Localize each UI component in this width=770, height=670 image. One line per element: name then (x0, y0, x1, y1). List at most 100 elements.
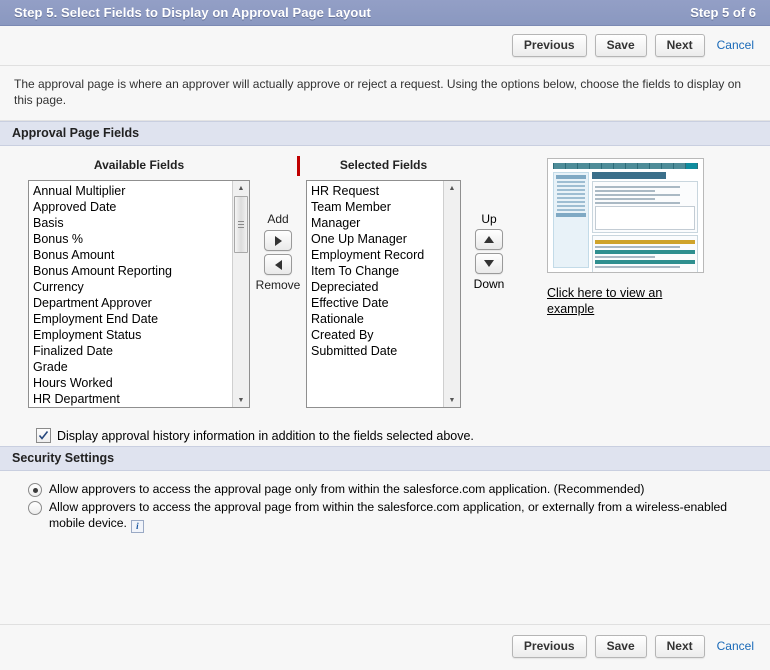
selected-fields-items[interactable]: HR Request Team Member Manager One Up Ma… (307, 181, 443, 407)
arrow-up-icon (484, 236, 494, 243)
list-item[interactable]: Rationale (311, 311, 443, 327)
list-item[interactable]: Employment End Date (33, 311, 232, 327)
up-down-controls: Up Down (461, 158, 517, 291)
mini-salesforce-page (548, 159, 703, 272)
list-item[interactable]: Finalized Date (33, 343, 232, 359)
mini-record-title (592, 172, 666, 179)
radio-dot-icon (33, 488, 38, 493)
list-item[interactable]: Bonus Amount (33, 247, 232, 263)
mini-comment-box (595, 206, 695, 230)
mini-tab (578, 163, 589, 169)
scroll-up-icon[interactable]: ▲ (233, 181, 249, 195)
mini-detail-panel (592, 181, 698, 233)
list-item[interactable]: Basis (33, 215, 232, 231)
add-button[interactable] (264, 230, 292, 251)
available-fields-listbox[interactable]: Annual Multiplier Approved Date Basis Bo… (28, 180, 250, 408)
mini-sidebar-row (557, 201, 585, 203)
approval-page-fields-body: Available Fields Annual Multiplier Appro… (0, 146, 770, 446)
example-thumbnail-image (547, 158, 704, 273)
selected-fields-label-wrap: Selected Fields (306, 158, 461, 180)
previous-button-top[interactable]: Previous (512, 34, 587, 57)
list-item[interactable]: Department Approver (33, 295, 232, 311)
save-button-bottom[interactable]: Save (595, 635, 647, 658)
list-item[interactable]: Approved Date (33, 199, 232, 215)
security-option-2-label[interactable]: Allow approvers to access the approval p… (49, 499, 749, 533)
available-fields-items[interactable]: Annual Multiplier Approved Date Basis Bo… (29, 181, 232, 407)
mini-tab (674, 163, 685, 169)
bottom-button-bar: Previous Save Next Cancel (0, 624, 770, 670)
mini-history-panel (592, 235, 698, 273)
selected-fields-listbox[interactable]: HR Request Team Member Manager One Up Ma… (306, 180, 461, 408)
list-item[interactable]: Depreciated (311, 279, 443, 295)
list-item[interactable]: Item To Change (311, 263, 443, 279)
mini-tab (614, 163, 625, 169)
mini-sidebar-row (557, 197, 585, 199)
scroll-up-icon[interactable]: ▲ (444, 181, 460, 195)
mini-sidebar-row (557, 205, 585, 207)
info-icon[interactable]: i (131, 520, 144, 533)
available-fields-scrollbar[interactable]: ▲ ▼ (232, 181, 249, 407)
list-item[interactable]: Currency (33, 279, 232, 295)
security-option-1-radio[interactable] (28, 483, 42, 497)
cancel-link-top[interactable]: Cancel (713, 35, 760, 56)
mini-tab (626, 163, 637, 169)
list-item[interactable]: Manager (311, 215, 443, 231)
list-item[interactable]: Grade (33, 359, 232, 375)
move-up-button[interactable] (475, 229, 503, 250)
security-option-2-radio[interactable] (28, 501, 42, 515)
view-example-link[interactable]: Click here to view an example (547, 285, 667, 317)
mini-field-row (595, 186, 680, 188)
mini-tab (662, 163, 673, 169)
list-item[interactable]: Annual Multiplier (33, 183, 232, 199)
list-item[interactable]: Bonus % (33, 231, 232, 247)
mini-field-row (595, 198, 655, 200)
example-preview: Click here to view an example (547, 158, 712, 317)
security-option-1-label[interactable]: Allow approvers to access the approval p… (49, 481, 644, 497)
mini-body (592, 172, 698, 268)
list-item[interactable]: One Up Manager (311, 231, 443, 247)
approval-history-checkbox-row: Display approval history information in … (0, 408, 770, 443)
mini-sidebar-row (557, 209, 585, 211)
move-down-button[interactable] (475, 253, 503, 274)
page-title: Step 5. Select Fields to Display on Appr… (14, 5, 371, 20)
add-label: Add (250, 212, 306, 227)
mini-history-header (595, 250, 695, 254)
list-item[interactable]: Employment Status (33, 327, 232, 343)
approval-history-checkbox-label[interactable]: Display approval history information in … (57, 429, 474, 443)
mini-history-header (595, 260, 695, 264)
mini-sidebar-header (556, 213, 586, 217)
remove-button[interactable] (264, 254, 292, 275)
dual-list-picker: Available Fields Annual Multiplier Appro… (0, 158, 770, 408)
list-item[interactable]: Submitted Date (311, 343, 443, 359)
list-item[interactable]: Team Member (311, 199, 443, 215)
arrow-right-icon (275, 236, 282, 246)
mini-tab (566, 163, 577, 169)
scroll-down-icon[interactable]: ▼ (233, 393, 249, 407)
approval-history-checkbox[interactable] (36, 428, 51, 443)
required-indicator-bar (297, 156, 300, 176)
security-option-2-row[interactable]: Allow approvers to access the approval p… (28, 499, 770, 533)
cancel-link-bottom[interactable]: Cancel (713, 636, 760, 657)
list-item[interactable]: Created By (311, 327, 443, 343)
list-item[interactable]: Hours Worked (33, 375, 232, 391)
list-item[interactable]: HR Department (33, 391, 232, 407)
scrollbar-thumb[interactable] (234, 196, 248, 253)
next-button-bottom[interactable]: Next (655, 635, 705, 658)
security-option-1-row[interactable]: Allow approvers to access the approval p… (28, 481, 770, 497)
mini-history-header (595, 240, 695, 244)
available-fields-label: Available Fields (28, 158, 250, 180)
save-button-top[interactable]: Save (595, 34, 647, 57)
down-label: Down (461, 277, 517, 291)
mini-tab (650, 163, 661, 169)
list-item[interactable]: Employment Record (311, 247, 443, 263)
list-item[interactable]: Bonus Amount Reporting (33, 263, 232, 279)
list-item[interactable]: Effective Date (311, 295, 443, 311)
scroll-down-icon[interactable]: ▼ (444, 393, 460, 407)
previous-button-bottom[interactable]: Previous (512, 635, 587, 658)
list-item[interactable]: HR Request (311, 183, 443, 199)
next-button-top[interactable]: Next (655, 34, 705, 57)
mini-sidebar-row (557, 189, 585, 191)
selected-fields-scrollbar[interactable]: ▲ ▼ (443, 181, 460, 407)
mini-history-row (595, 256, 655, 258)
mini-history-row (595, 246, 680, 248)
